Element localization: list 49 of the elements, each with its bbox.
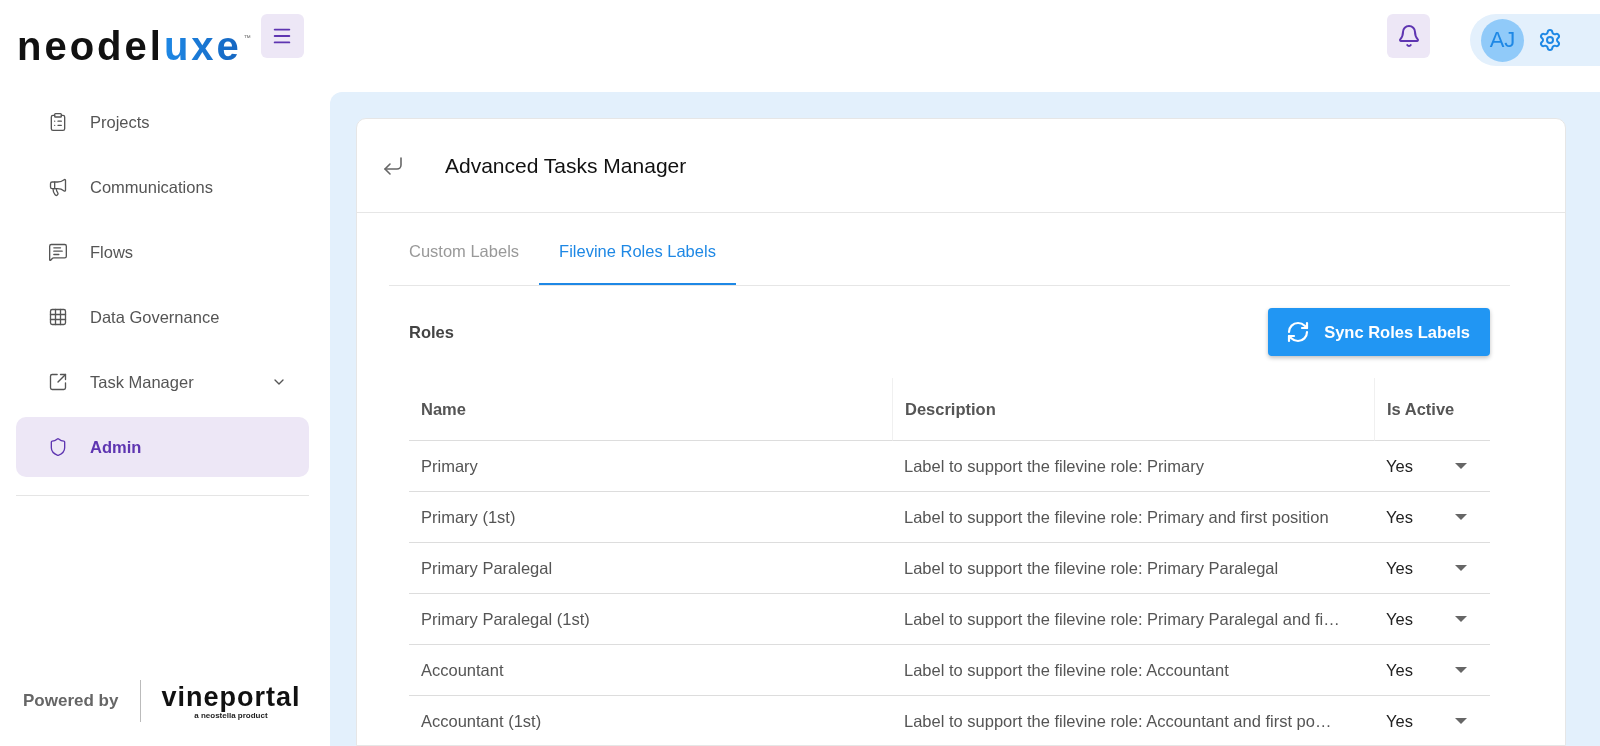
sidebar-item[interactable]: Task Manager xyxy=(16,352,309,412)
dropdown-icon xyxy=(1454,564,1468,572)
sidebar-item[interactable]: Admin xyxy=(16,417,309,477)
dropdown-icon xyxy=(1454,513,1468,521)
table-cell: Label to support the filevine role: Primary xyxy=(892,441,1374,492)
menu-button[interactable] xyxy=(260,14,304,58)
table-cell: Primary xyxy=(409,441,892,492)
column-header: Description xyxy=(892,378,1374,441)
powered-by-text: Powered by xyxy=(23,680,142,722)
table-cell: Label to support the filevine role: Primary and first position xyxy=(892,492,1374,543)
page-title: Advanced Tasks Manager xyxy=(445,153,687,178)
dropdown-icon xyxy=(1454,615,1468,623)
table-cell: Label to support the filevine role: Accountant xyxy=(892,645,1374,696)
active-select[interactable]: Yes xyxy=(1386,507,1468,527)
brand-logo: vineportal xyxy=(161,682,301,711)
external-window-icon xyxy=(48,372,68,392)
column-header: Name xyxy=(409,378,892,441)
table-cell: Accountant xyxy=(409,645,892,696)
settings-icon[interactable] xyxy=(1538,28,1562,52)
sidebar-item[interactable]: Flows xyxy=(16,222,309,282)
tab[interactable]: Filevine Roles Labels xyxy=(539,213,736,285)
active-select[interactable]: Yes xyxy=(1386,558,1468,578)
sidebar-item[interactable]: Communications xyxy=(16,157,309,217)
active-select[interactable]: Yes xyxy=(1386,609,1468,629)
dropdown-icon xyxy=(1454,666,1468,674)
active-select[interactable]: Yes xyxy=(1386,711,1468,731)
sidebar-item[interactable]: Projects xyxy=(16,92,309,152)
table-cell: Label to support the filevine role: Accountant and first po… xyxy=(892,696,1374,746)
table-cell: Accountant (1st) xyxy=(409,696,892,746)
clipboard-icon xyxy=(48,112,68,132)
section-title: Roles xyxy=(409,322,454,342)
refresh-icon xyxy=(1286,320,1311,344)
shield-icon xyxy=(48,437,68,457)
dropdown-icon xyxy=(1454,717,1468,725)
chat-icon xyxy=(48,242,68,262)
active-select[interactable]: Yes xyxy=(1386,456,1468,476)
table-cell: Label to support the filevine role: Primary Paralegal and fi… xyxy=(892,594,1374,645)
notifications-button[interactable] xyxy=(1387,14,1430,58)
column-header: Is Active xyxy=(1374,378,1490,441)
sidebar-item[interactable]: Data Governance xyxy=(16,287,309,347)
dropdown-icon xyxy=(1454,462,1468,470)
table-cell: Primary Paralegal xyxy=(409,543,892,594)
megaphone-icon xyxy=(48,177,68,197)
grid-icon xyxy=(48,307,68,327)
table-cell: Primary (1st) xyxy=(409,492,892,543)
bell-icon xyxy=(1396,24,1421,48)
table-cell: Label to support the filevine role: Primary Paralegal xyxy=(892,543,1374,594)
table-cell: Primary Paralegal (1st) xyxy=(409,594,892,645)
active-select[interactable]: Yes xyxy=(1386,660,1468,680)
